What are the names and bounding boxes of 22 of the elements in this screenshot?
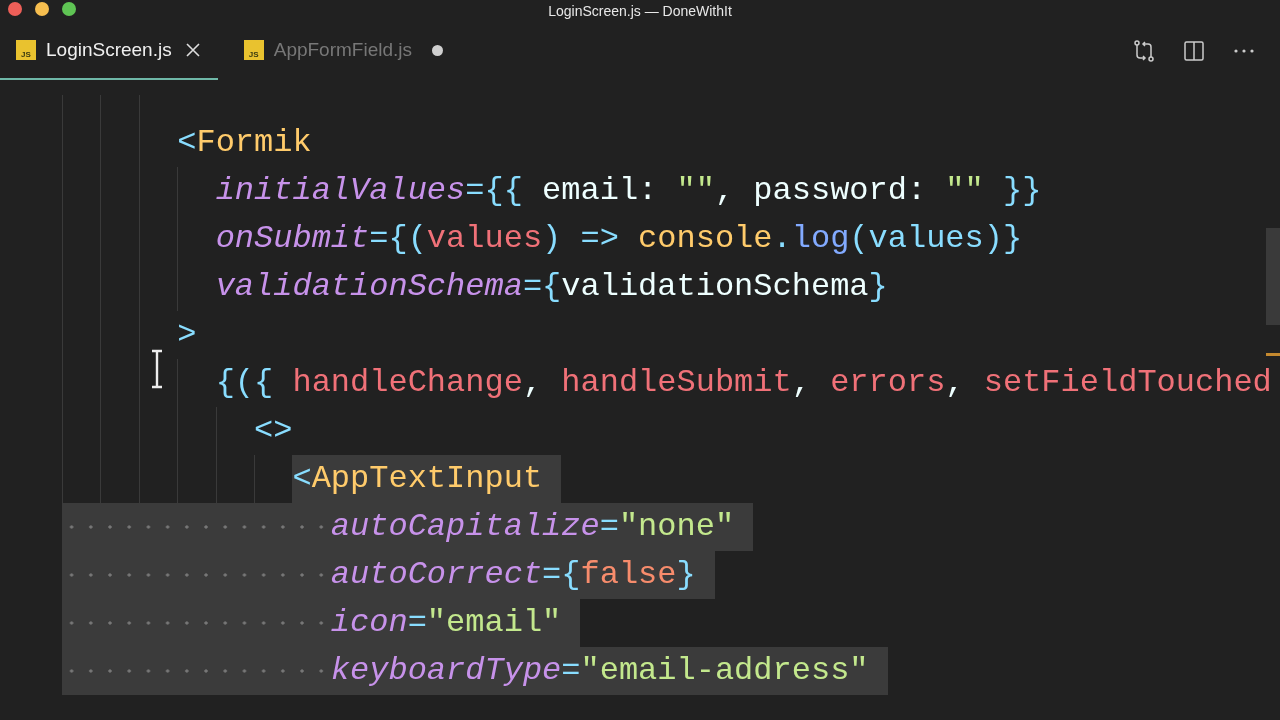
code-line: onSubmit={(values) => console.log(values)} [215,219,1023,259]
editor-tab[interactable]: JS LoginScreen.js [0,22,218,80]
window-title: LoginScreen.js — DoneWithIt [548,3,732,19]
code-line: initialValues={{ email: "", password: "" }} [215,171,1042,211]
code-line: <Formik [177,123,312,163]
code-line: {({ handleChange, handleSubmit, errors, setFieldTouched [215,363,1272,403]
editor-tab[interactable]: JS AppFormField.js [227,22,462,80]
scrollbar-thumb[interactable] [1266,228,1280,325]
code-line: <> [254,411,293,451]
code-line: > [177,315,197,355]
js-file-icon: JS [16,40,36,60]
unsaved-dot-icon [432,44,444,56]
compare-changes-icon[interactable] [1132,39,1156,63]
text-cursor-icon [150,349,164,389]
scrollbar-marker [1266,353,1280,356]
zoom-window-button[interactable] [62,2,76,16]
close-icon[interactable] [185,43,200,57]
js-file-icon: JS [243,40,264,60]
code-line: validationSchema={validationSchema} [215,267,888,307]
split-editor-icon[interactable] [1182,39,1206,63]
minimize-window-button[interactable] [35,2,49,16]
close-window-button[interactable] [8,2,22,16]
